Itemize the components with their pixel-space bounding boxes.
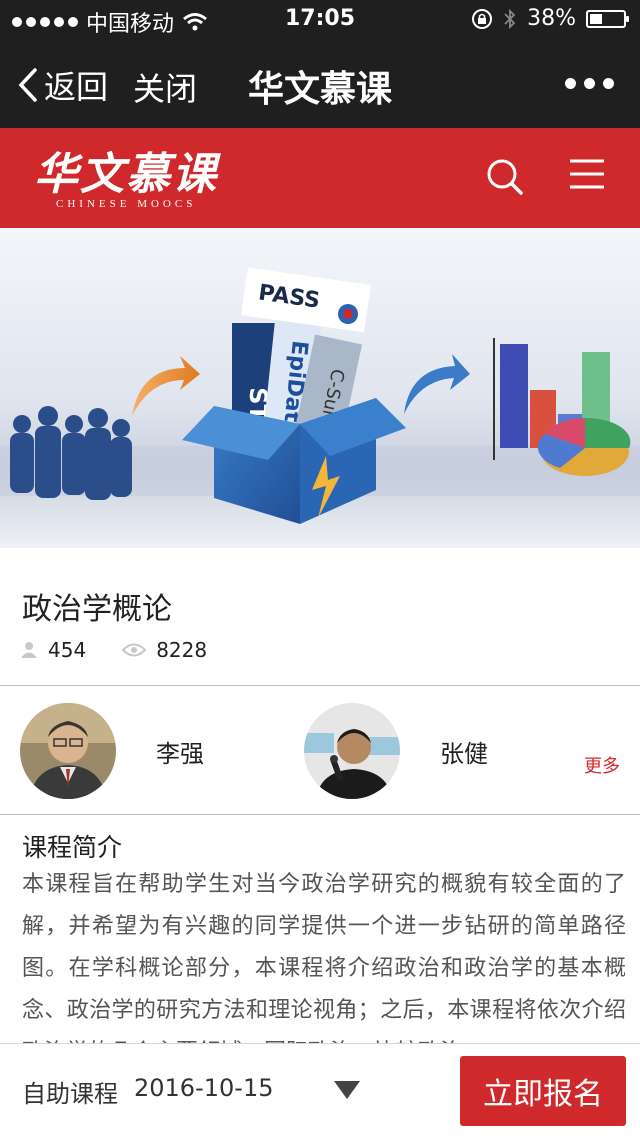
views-count: 8228 [156,638,208,662]
teacher-name: 李强 [156,739,204,768]
rotation-lock-icon [472,8,493,29]
logo-english: CHINESE MOOCS [56,198,197,210]
course-banner: STATA EpiData C-Survey PASS [0,228,640,548]
chevron-down-icon[interactable] [334,1081,360,1099]
back-button[interactable]: 返回 [18,62,108,108]
course-stats: 454 8228 [20,638,243,662]
site-header: 华文慕课 CHINESE MOOCS [0,128,640,228]
intro-heading: 课程简介 [22,833,123,862]
teacher-name: 张健 [440,739,488,768]
views-stat: 8228 [122,638,207,662]
learners-count: 454 [48,638,87,662]
status-bar: 中国移动 17:05 38% [0,0,640,40]
more-teachers-link[interactable]: 更多 [584,752,620,778]
search-icon[interactable] [486,158,524,196]
teacher-card[interactable]: 张健 [304,703,488,799]
intro-text: 本课程旨在帮助学生对当今政治学研究的概貌有较全面的了解，并希望为有兴趣的同学提供… [22,872,626,1044]
enroll-button[interactable]: 立即报名 [460,1056,626,1126]
site-logo[interactable]: 华文慕课 CHINESE MOOCS [34,138,218,210]
bluetooth-icon [504,8,516,29]
learners-stat: 454 [20,638,86,662]
logo-chinese: 华文慕课 [34,149,218,200]
wechat-navbar: 返回 关闭 华文慕课 [0,40,640,128]
more-dots-icon[interactable] [565,78,614,89]
chevron-left-icon [18,68,37,102]
battery-icon [586,9,629,28]
avatar [304,703,400,799]
banner-illustration: STATA EpiData C-Survey PASS [0,228,640,548]
user-icon [21,642,37,658]
menu-icon[interactable] [568,158,606,190]
divider [0,685,640,686]
bottom-action-bar: 自助课程 2016-10-15 立即报名 [0,1043,640,1137]
battery-percent: 38% [527,6,576,31]
teacher-card[interactable]: 李强 [20,703,204,799]
session-date-label: 2016-10-15 [134,1074,274,1102]
avatar [20,703,116,799]
course-type-label: 自助课程 [22,1080,118,1108]
back-label: 返回 [44,68,109,106]
course-title: 政治学概论 [22,592,172,627]
close-button[interactable]: 关闭 [133,64,197,110]
divider [0,814,640,815]
eye-icon [122,643,147,657]
